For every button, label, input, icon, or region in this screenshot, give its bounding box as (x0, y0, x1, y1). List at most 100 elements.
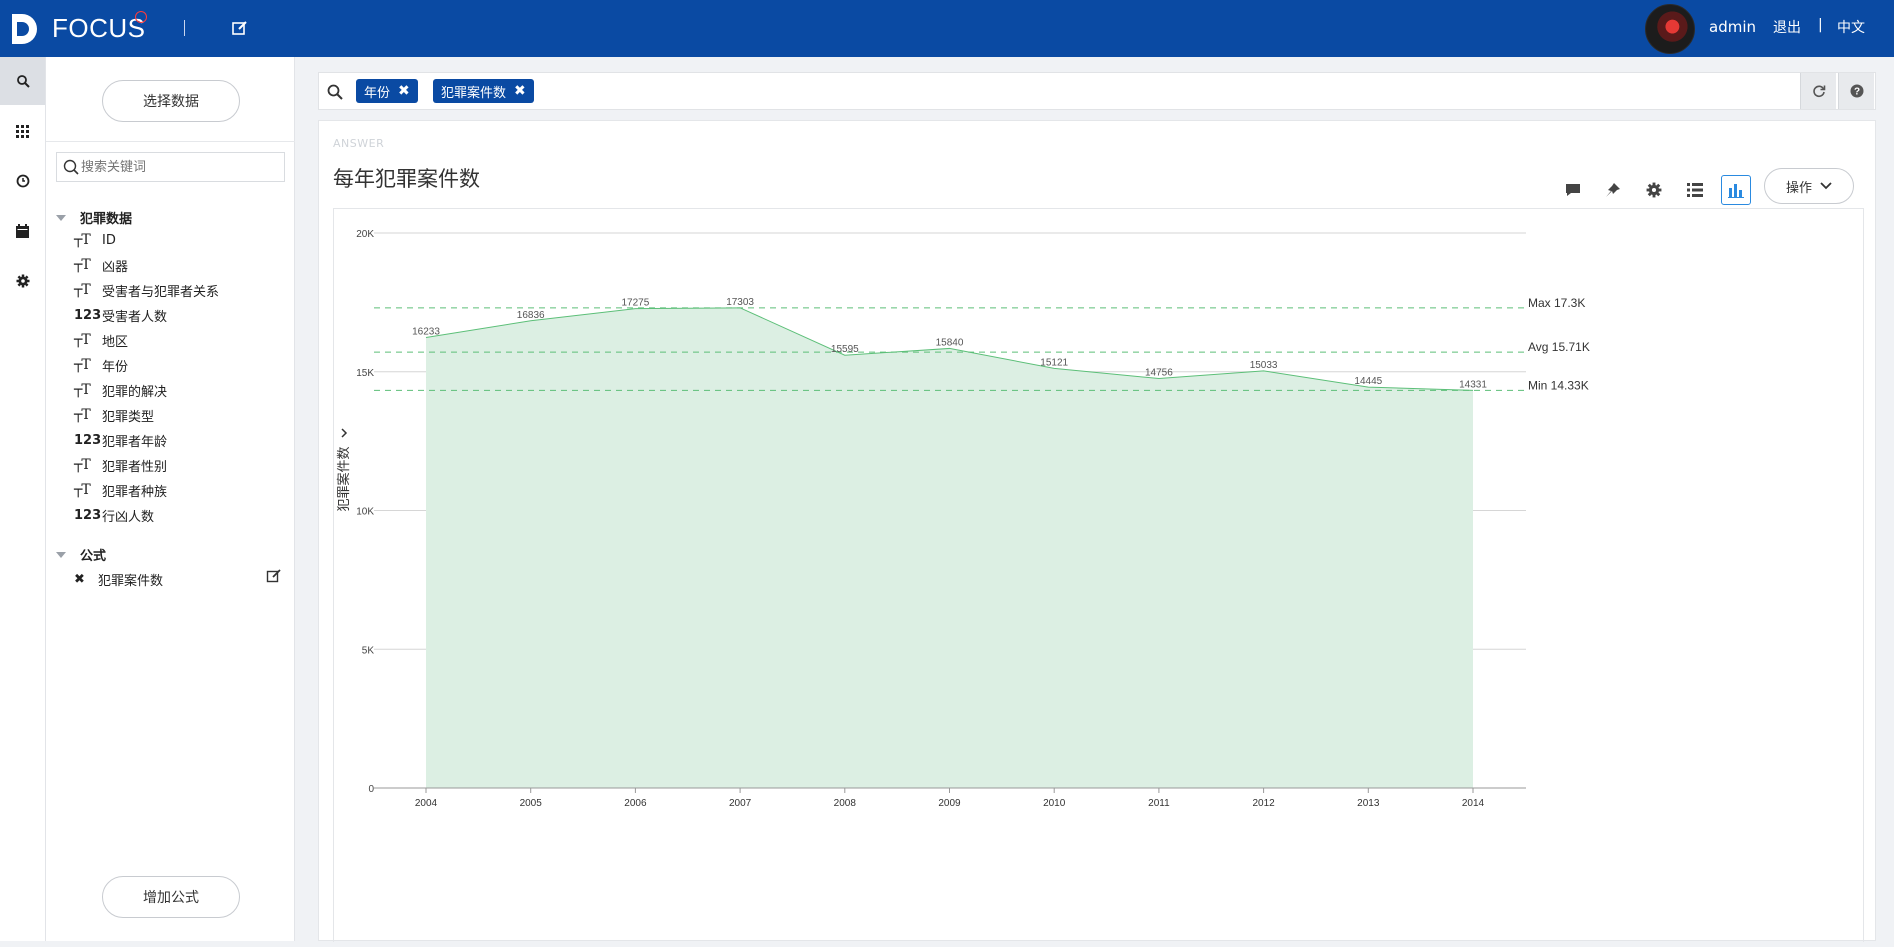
data-label: 15595 (831, 344, 859, 355)
data-label: 17275 (621, 298, 649, 309)
reference-label: Max 17.3K (1528, 296, 1585, 310)
data-label: 14331 (1459, 379, 1487, 390)
separator: | (1818, 17, 1823, 33)
operations-dropdown[interactable]: 操作 (1764, 168, 1854, 204)
divider (184, 20, 185, 36)
number-type-icon: 123 (74, 307, 102, 323)
language-switch[interactable]: 中文 (1837, 17, 1865, 37)
y-tick-label: 20K (356, 229, 374, 240)
rail-history[interactable] (0, 157, 45, 205)
data-label: 15840 (936, 337, 964, 348)
remove-icon[interactable]: ✖ (74, 572, 98, 587)
data-label: 16233 (412, 327, 440, 338)
y-tick-label: 5K (362, 645, 375, 656)
field-item[interactable]: 123 受害者人数 (74, 305, 167, 325)
field-item[interactable]: ┬T ID (74, 230, 116, 250)
query-chip[interactable]: 犯罪案件数 ✖ (433, 79, 534, 103)
text-type-icon: ┬T (74, 482, 91, 498)
table-view-button[interactable] (1680, 175, 1710, 205)
close-icon[interactable]: ✖ (398, 83, 410, 99)
user-avatar[interactable] (1645, 4, 1695, 54)
chevron-down-icon (1820, 182, 1832, 190)
field-item[interactable]: ┬T 年份 (74, 355, 128, 375)
rail-calendar[interactable] (0, 207, 45, 255)
answer-title: 每年犯罪案件数 (333, 167, 480, 191)
refresh-icon (1812, 85, 1825, 98)
add-formula-button[interactable]: 增加公式 (102, 876, 240, 918)
area-chart: Max 17.3K Avg 15.71K Min 14.33K 16233 16836… (336, 229, 1590, 809)
settings-button[interactable] (1639, 175, 1669, 205)
rail-search[interactable] (0, 57, 45, 105)
x-tick-label: 2014 (1462, 798, 1485, 809)
keyword-search-input[interactable] (81, 157, 281, 177)
field-item[interactable]: ┬T 凶器 (74, 255, 128, 275)
y-tick-label: 15K (356, 368, 374, 379)
field-item[interactable]: 123 犯罪者年龄 (74, 430, 167, 450)
edit-icon[interactable] (231, 19, 249, 37)
chip-label: 年份 (364, 85, 391, 101)
gear-icon (16, 274, 29, 288)
help-button[interactable]: ? (1838, 73, 1874, 109)
formula-group[interactable]: 公式 (56, 545, 106, 564)
y-tick-label: 0 (368, 784, 374, 795)
text-type-icon: ┬T (74, 357, 91, 373)
reference-label: Min 14.33K (1528, 378, 1589, 392)
select-data-button[interactable]: 选择数据 (102, 80, 240, 122)
y-axis-title[interactable]: 犯罪案件数 (336, 428, 351, 512)
field-item[interactable]: ┬T 地区 (74, 330, 128, 350)
divider (46, 141, 295, 142)
user-name[interactable]: admin (1709, 18, 1756, 36)
x-tick-label: 2006 (624, 798, 647, 809)
data-label: 17303 (726, 297, 754, 308)
data-label: 15121 (1040, 357, 1068, 368)
gear-icon (1646, 182, 1662, 198)
field-item[interactable]: 123 行凶人数 (74, 505, 154, 525)
focus-logo (12, 14, 37, 44)
logout-link[interactable]: 退出 (1773, 17, 1801, 37)
pin-icon (1606, 183, 1620, 197)
text-type-icon: ┬T (74, 332, 91, 348)
caret-down-icon (56, 214, 66, 221)
dataset-name: 犯罪数据 (80, 212, 133, 227)
query-search-bar[interactable]: 年份 ✖ 犯罪案件数 ✖ ? (318, 72, 1876, 110)
x-tick-label: 2007 (729, 798, 752, 809)
clock-icon (16, 174, 29, 188)
rail-apps[interactable] (0, 107, 45, 155)
x-tick-label: 2013 (1357, 798, 1380, 809)
svg-text:?: ? (1853, 87, 1859, 98)
text-type-icon: ┬T (74, 257, 91, 273)
query-chip[interactable]: 年份 ✖ (356, 79, 418, 103)
x-tick-label: 2004 (415, 798, 438, 809)
number-type-icon: 123 (74, 432, 102, 448)
field-item[interactable]: ┬T 犯罪者种族 (74, 480, 167, 500)
field-item[interactable]: ┬T 受害者与犯罪者关系 (74, 280, 219, 300)
formula-item[interactable]: ✖ 犯罪案件数 (74, 570, 163, 589)
rail-settings[interactable] (0, 257, 45, 305)
bar-chart-icon (1728, 184, 1744, 198)
dataset-group[interactable]: 犯罪数据 (56, 208, 132, 227)
field-item[interactable]: ┬T 犯罪类型 (74, 405, 154, 425)
help-icon: ? (1850, 84, 1863, 98)
y-axis-label: 犯罪案件数 (336, 446, 351, 511)
chart-view-button[interactable] (1721, 175, 1751, 205)
data-label: 15033 (1250, 360, 1278, 371)
top-navigation-bar: FOCUS admin 退出 | 中文 (0, 0, 1894, 57)
refresh-button[interactable] (1800, 73, 1836, 109)
caret-down-icon (56, 551, 66, 558)
answer-card: ANSWER 每年犯罪案件数 操作 Max 17.3K Avg 15.71K Min… (318, 120, 1876, 942)
search-icon (63, 159, 79, 175)
answer-label: ANSWER (333, 137, 385, 150)
text-type-icon: ┬T (74, 382, 91, 398)
x-tick-label: 2008 (834, 798, 857, 809)
keyword-search-field[interactable] (56, 152, 285, 182)
comment-button[interactable] (1558, 175, 1588, 205)
pin-button[interactable] (1598, 175, 1628, 205)
close-icon[interactable]: ✖ (514, 83, 526, 99)
area-fill (426, 307, 1473, 788)
field-item[interactable]: ┬T 犯罪的解决 (74, 380, 167, 400)
search-icon (327, 84, 343, 100)
field-item[interactable]: ┬T 犯罪者性别 (74, 455, 167, 475)
edit-icon[interactable] (266, 568, 282, 584)
search-icon (16, 75, 30, 88)
text-type-icon: ┬T (74, 282, 91, 298)
